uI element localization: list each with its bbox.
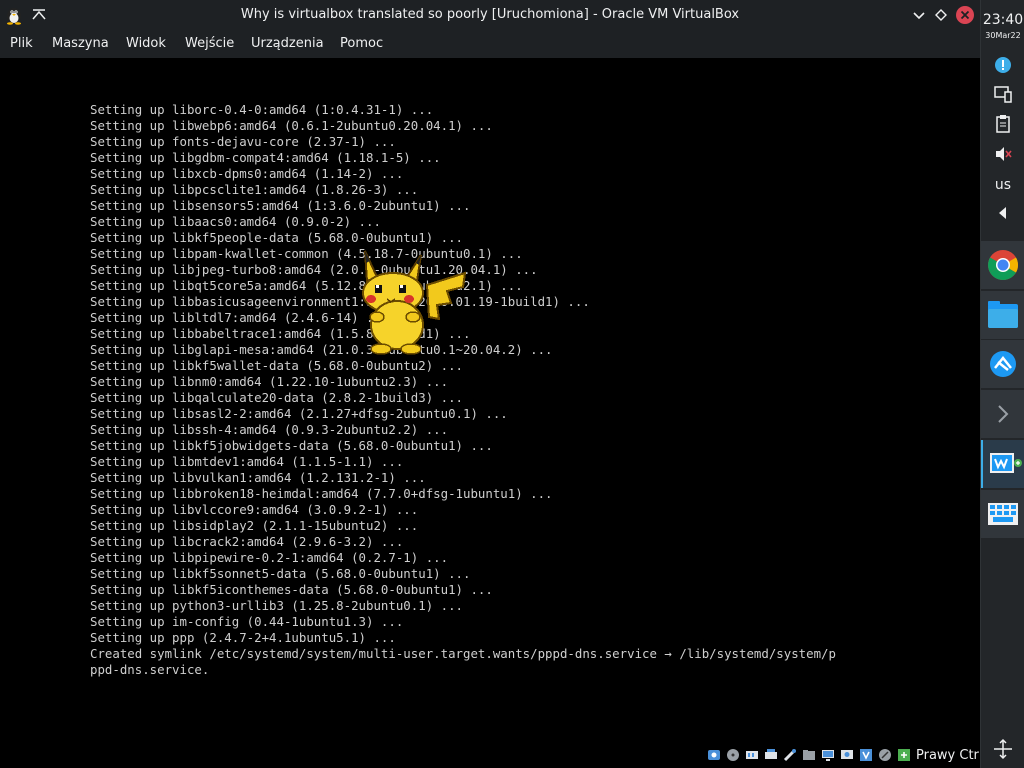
task-terminal[interactable] [981,390,1024,438]
console-line: Setting up libsasl2-2:amd64 (2.1.27+dfsg… [90,406,508,421]
vm-console[interactable]: Setting up liborc-0.4-0:amd64 (1:0.4.31-… [90,102,890,702]
keyboard-icon [988,503,1018,525]
keyboard-layout-indicator[interactable]: us [981,177,1024,193]
expand-tray-icon[interactable] [993,203,1013,223]
network-icon[interactable] [764,748,778,762]
console-line: Setting up libxcb-dpms0:amd64 (1.14-2) .… [90,166,404,181]
console-line: Setting up libglapi-mesa:amd64 (21.0.3-0… [90,342,553,357]
console-line: Setting up libbroken18-heimdal:amd64 (7.… [90,486,553,501]
console-line: Setting up libvulkan1:amd64 (1.2.131.2-1… [90,470,426,485]
clock-time[interactable]: 23:40 [981,12,1024,28]
clock-date[interactable]: 30Mar22 [981,31,1024,40]
maximize-icon[interactable] [931,5,951,25]
menu-urzadzenia[interactable]: Urządzenia [251,30,324,58]
task-chrome[interactable] [981,241,1024,289]
console-line: Setting up libbasicusageenvironment1:amd… [90,294,590,309]
chrome-icon [988,250,1019,281]
keyboard-capture-icon[interactable] [897,748,911,762]
console-line: Setting up libqalculate20-data (2.8.2-1b… [90,390,463,405]
volume-muted-icon[interactable] [993,144,1013,164]
console-line: Setting up libnm0:amd64 (1.22.10-1ubuntu… [90,374,449,389]
title-bar[interactable]: Why is virtualbox translated so poorly [… [0,0,980,30]
host-key-label[interactable]: Prawy Ctrl [916,748,983,763]
console-line: Setting up libpcsclite1:amd64 (1.8.26-3)… [90,182,419,197]
console-line: Setting up libsensors5:amd64 (1:3.6.0-2u… [90,198,471,213]
console-line: Setting up libgdbm-compat4:amd64 (1.18.1… [90,150,441,165]
files-icon [988,301,1018,328]
display-icon[interactable] [821,748,835,762]
console-line: Setting up fonts-dejavu-core (2.37-1) ..… [90,134,396,149]
vt-x-icon[interactable] [859,748,873,762]
menu-plik[interactable]: Plik [10,30,33,58]
task-remote-desktop[interactable] [981,340,1024,388]
window-title: Why is virtualbox translated so poorly [… [240,7,740,22]
console-line: Setting up libkf5wallet-data (5.68.0-0ub… [90,358,463,373]
menu-widok[interactable]: Widok [126,30,166,58]
console-line: Setting up libwebp6:amd64 (0.6.1-2ubuntu… [90,118,493,133]
console-line: ppd-dns.service. [90,662,210,677]
console-line: Setting up libkf5people-data (5.68.0-0ub… [90,230,463,245]
terminal-icon [998,405,1009,423]
console-line: Setting up libsidplay2 (2.1.1-15ubuntu2)… [90,518,419,533]
hard-disk-icon[interactable] [707,748,721,762]
task-virtualbox[interactable] [981,440,1024,488]
console-line: Setting up libvlccore9:amd64 (3.0.9.2-1)… [90,502,419,517]
recording-icon[interactable] [840,748,854,762]
console-line: Setting up libpipewire-0.2-1:amd64 (0.2.… [90,550,449,565]
side-panel: 23:40 30Mar22 us [980,0,1024,768]
task-files[interactable] [981,291,1024,339]
virtualbox-icon [990,453,1022,473]
optical-drive-icon[interactable] [726,748,740,762]
console-line: Setting up ppp (2.4.7-2+4.1ubuntu5.1) ..… [90,630,396,645]
console-line: Setting up libcrack2:amd64 (2.9.6-3.2) .… [90,534,404,549]
menu-pomoc[interactable]: Pomoc [340,30,383,58]
pikachu-sprite-image [362,250,467,355]
clipboard-icon[interactable] [993,114,1013,134]
move-resize-icon[interactable] [992,738,1014,760]
minimize-icon[interactable] [909,5,929,25]
usb-icon[interactable] [783,748,797,762]
console-line: Setting up im-config (0.44-1ubuntu1.3) .… [90,614,404,629]
mouse-integration-icon[interactable] [878,748,892,762]
notification-info-icon[interactable] [993,55,1013,75]
console-line: Created symlink /etc/systemd/system/mult… [90,646,836,661]
console-line: Setting up libmtdev1:amd64 (1.1.5-1.1) .… [90,454,404,469]
console-line: Setting up libltdl7:amd64 (2.4.6-14) ... [90,310,389,325]
audio-icon[interactable] [745,748,759,762]
console-line: Setting up libssh-4:amd64 (0.9.3-2ubuntu… [90,422,449,437]
console-line: Setting up liborc-0.4-0:amd64 (1:0.4.31-… [90,102,434,117]
remote-desktop-icon [990,351,1016,377]
console-line: Setting up libkf5jobwidgets-data (5.68.0… [90,438,493,453]
menu-bar: Plik Maszyna Widok Wejście Urządzenia Po… [0,30,980,58]
console-output: Setting up liborc-0.4-0:amd64 (1:0.4.31-… [90,102,890,678]
menu-maszyna[interactable]: Maszyna [52,30,109,58]
console-line: Setting up libkf5iconthemes-data (5.68.0… [90,582,493,597]
console-line: Setting up python3-urllib3 (1.25.8-2ubun… [90,598,463,613]
console-line: Setting up libaacs0:amd64 (0.9.0-2) ... [90,214,381,229]
close-icon[interactable] [955,5,975,25]
shared-folders-icon[interactable] [802,748,816,762]
menu-wejscie[interactable]: Wejście [185,30,234,58]
console-line: Setting up libkf5sonnet5-data (5.68.0-0u… [90,566,471,581]
task-on-screen-keyboard[interactable] [981,490,1024,538]
kde-connect-icon[interactable] [993,84,1013,104]
